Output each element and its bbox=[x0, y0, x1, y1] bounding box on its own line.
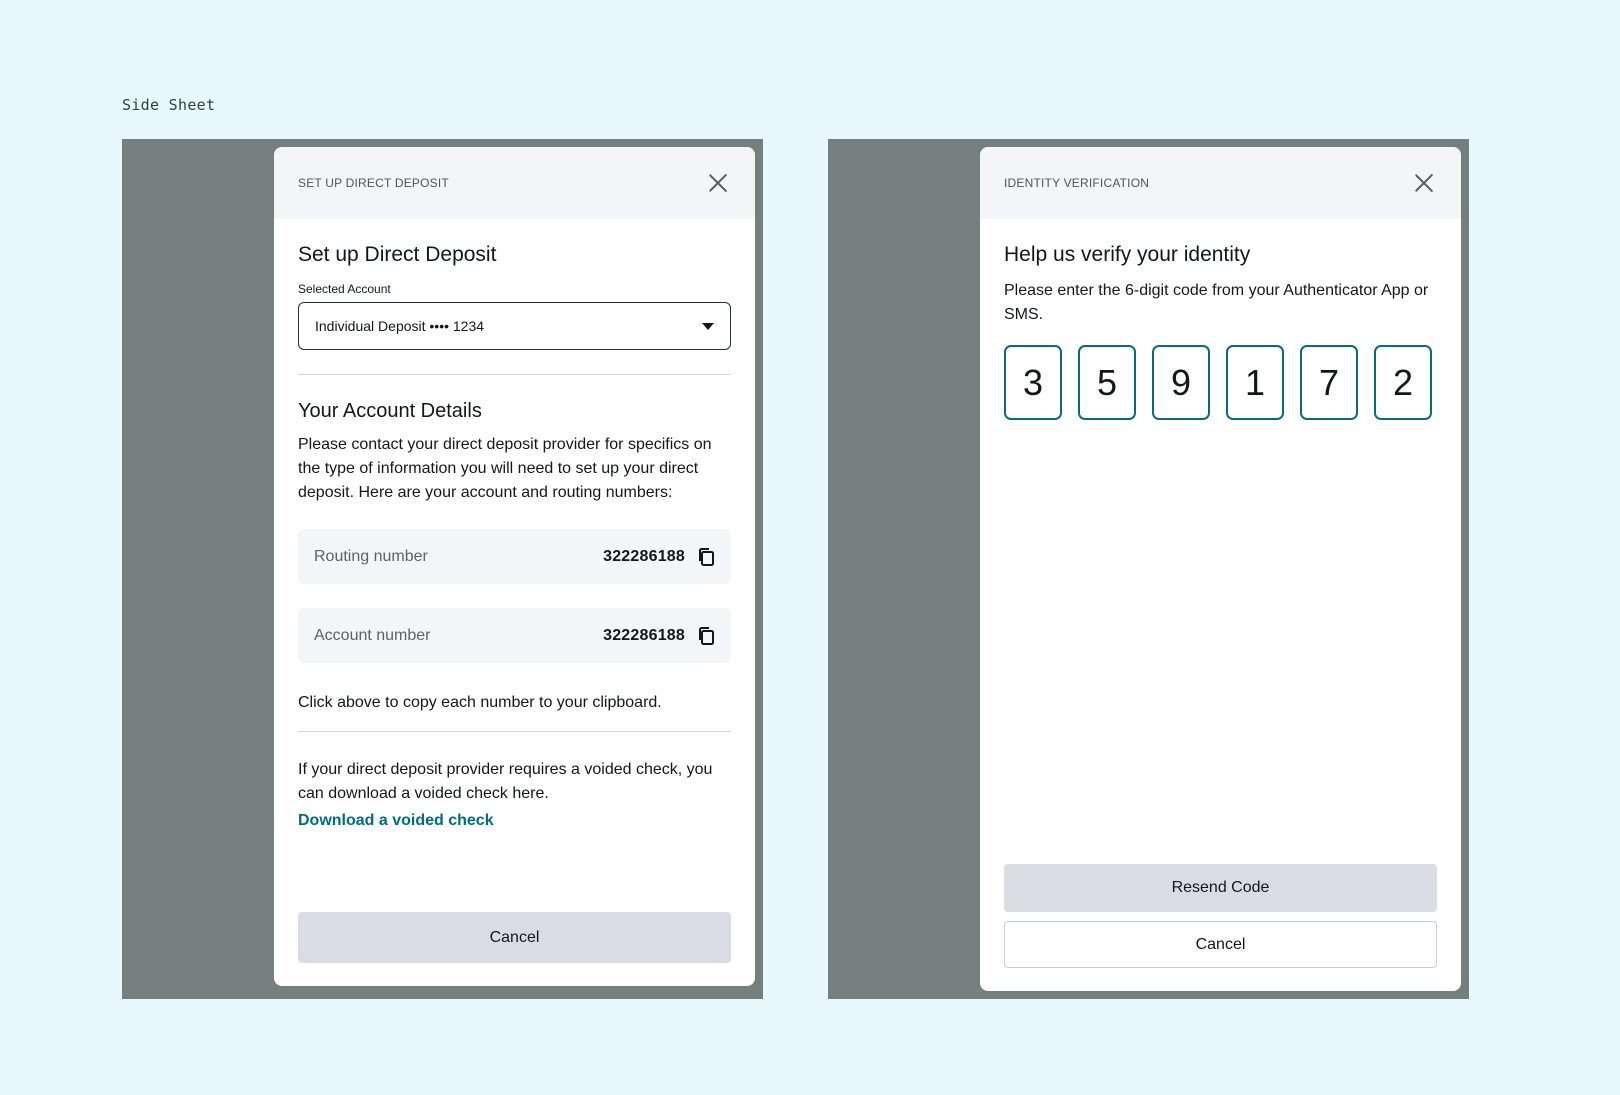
overlay-direct-deposit[interactable]: SET UP DIRECT DEPOSIT Set up Direct Depo… bbox=[122, 139, 763, 999]
account-details-title: Your Account Details bbox=[298, 400, 482, 422]
account-number-value: 322286188 bbox=[603, 626, 685, 644]
sheet-title: Set up Direct Deposit bbox=[298, 243, 497, 266]
sheet-body: Help us verify your identity Please ente… bbox=[980, 219, 1461, 420]
page-label: Side Sheet bbox=[122, 96, 216, 114]
routing-number-label: Routing number bbox=[314, 547, 428, 565]
chevron-down-icon bbox=[702, 322, 714, 330]
otp-digit-input[interactable]: 2 bbox=[1374, 345, 1432, 420]
selected-account-label: Selected Account bbox=[298, 282, 391, 296]
cancel-button[interactable]: Cancel bbox=[298, 912, 731, 963]
account-select[interactable]: Individual Deposit •••• 1234 bbox=[298, 302, 731, 350]
sheet-header-title: IDENTITY VERIFICATION bbox=[1004, 176, 1150, 190]
otp-digit-input[interactable]: 5 bbox=[1078, 345, 1136, 420]
routing-number-value: 322286188 bbox=[603, 547, 685, 565]
divider bbox=[298, 374, 731, 375]
copy-icon[interactable] bbox=[697, 547, 715, 567]
account-select-value: Individual Deposit •••• 1234 bbox=[315, 318, 485, 334]
voided-check-text: If your direct deposit provider requires… bbox=[298, 761, 713, 802]
otp-digit-input[interactable]: 3 bbox=[1004, 345, 1062, 420]
verification-instructions: Please enter the 6-digit code from your … bbox=[1004, 282, 1429, 323]
account-number-label: Account number bbox=[314, 626, 431, 644]
cancel-button[interactable]: Cancel bbox=[1004, 921, 1437, 968]
sheet-body: Set up Direct Deposit Selected Account I… bbox=[274, 219, 755, 830]
otp-digit-input[interactable]: 9 bbox=[1152, 345, 1210, 420]
close-icon[interactable] bbox=[705, 170, 731, 196]
account-number-row[interactable]: Account number 322286188 bbox=[298, 608, 731, 663]
side-sheet-identity-verification: IDENTITY VERIFICATION Help us verify you… bbox=[980, 147, 1461, 991]
account-details-text: Please contact your direct deposit provi… bbox=[298, 436, 712, 501]
sheet-header: SET UP DIRECT DEPOSIT bbox=[274, 147, 755, 219]
copy-icon[interactable] bbox=[697, 626, 715, 646]
download-voided-check-link[interactable]: Download a voided check bbox=[298, 812, 494, 830]
copy-note: Click above to copy each number to your … bbox=[298, 694, 662, 711]
otp-digit-input[interactable]: 1 bbox=[1226, 345, 1284, 420]
overlay-identity-verification[interactable]: IDENTITY VERIFICATION Help us verify you… bbox=[828, 139, 1469, 999]
close-icon[interactable] bbox=[1411, 170, 1437, 196]
sheet-header: IDENTITY VERIFICATION bbox=[980, 147, 1461, 219]
otp-code-input: 3 5 9 1 7 2 bbox=[1004, 345, 1437, 420]
otp-digit-input[interactable]: 7 bbox=[1300, 345, 1358, 420]
side-sheet-direct-deposit: SET UP DIRECT DEPOSIT Set up Direct Depo… bbox=[274, 147, 755, 986]
resend-code-button[interactable]: Resend Code bbox=[1004, 864, 1437, 912]
sheet-actions: Resend Code Cancel bbox=[1004, 864, 1437, 968]
sheet-title: Help us verify your identity bbox=[1004, 243, 1251, 266]
sheet-header-title: SET UP DIRECT DEPOSIT bbox=[298, 176, 449, 190]
routing-number-row[interactable]: Routing number 322286188 bbox=[298, 529, 731, 584]
divider bbox=[298, 731, 731, 732]
